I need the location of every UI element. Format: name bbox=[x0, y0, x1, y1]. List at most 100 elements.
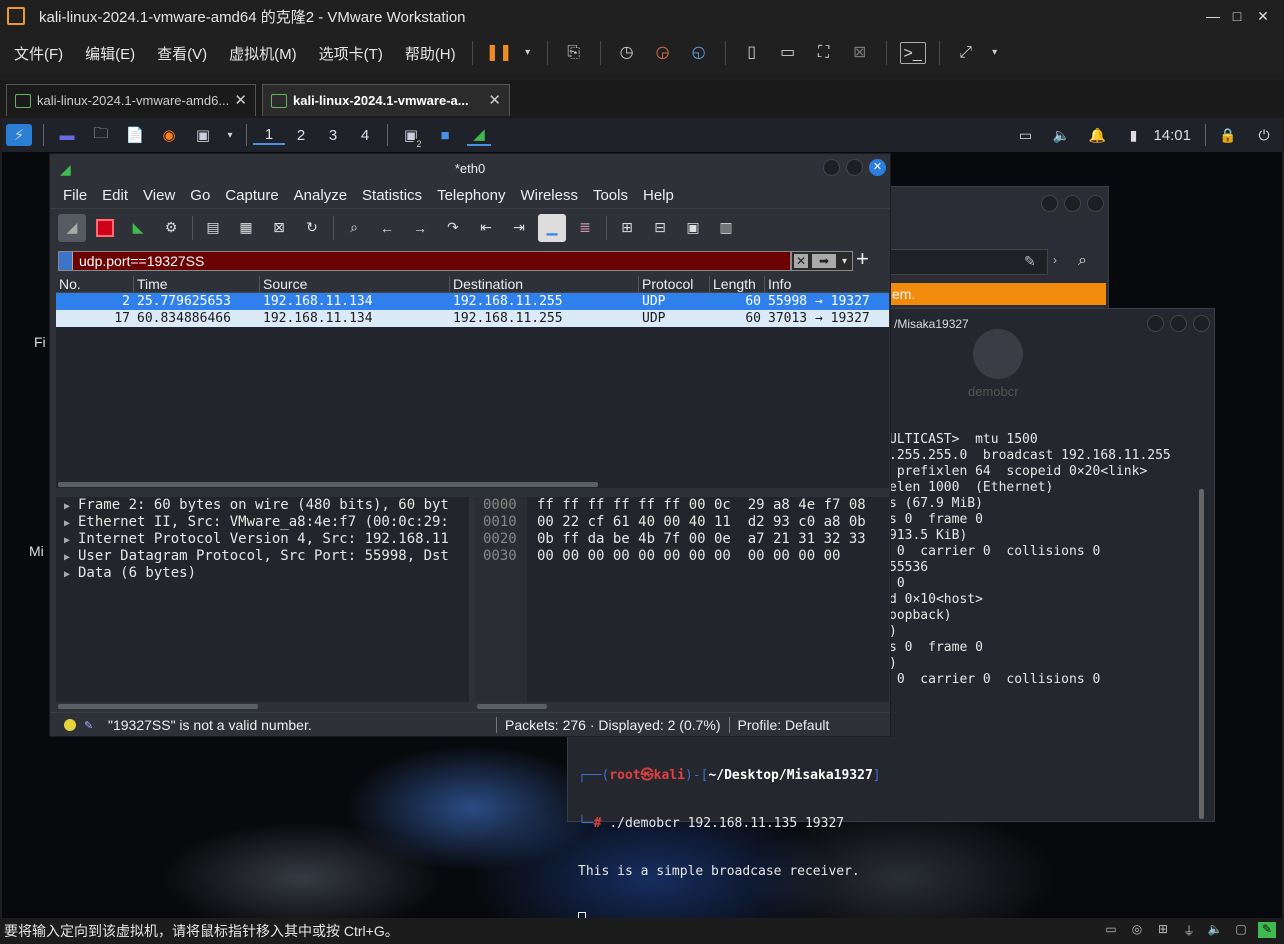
taskbar-folder-icon[interactable]: ■ bbox=[433, 124, 457, 146]
firefox-icon[interactable]: ◉ bbox=[157, 124, 181, 146]
apply-filter-icon[interactable]: ➡ bbox=[812, 254, 836, 268]
console-view-icon[interactable]: >_ bbox=[899, 42, 926, 64]
hex-bytes[interactable]: ff ff ff ff ff ff 00 0c 29 a8 4e f7 08 0… bbox=[537, 497, 866, 565]
menu-tabs[interactable]: 选项卡(T) bbox=[311, 43, 391, 64]
ws-menu-edit[interactable]: Edit bbox=[102, 187, 128, 204]
stretch-dropdown-icon[interactable]: ▾ bbox=[989, 42, 1001, 64]
forward-icon[interactable]: › bbox=[1053, 253, 1057, 267]
logout-icon[interactable]: ⏻ bbox=[1254, 125, 1274, 145]
snapshot-icon[interactable]: ◷ bbox=[614, 42, 640, 64]
column-length[interactable]: Length bbox=[710, 276, 765, 292]
detail-tree-item[interactable]: ▶ Internet Protocol Version 4, Src: 192.1… bbox=[56, 531, 469, 548]
colorize-icon[interactable]: ≣ bbox=[571, 214, 599, 242]
packet-list-scrollbar[interactable] bbox=[58, 482, 598, 487]
close-dot[interactable] bbox=[1193, 315, 1210, 332]
profile-label[interactable]: Profile: Default bbox=[738, 717, 830, 733]
packet-bytes-pane[interactable]: 0000 0010 0020 0030 ff ff ff ff ff ff 00… bbox=[475, 497, 889, 702]
packet-details-pane[interactable]: ▶ Frame 2: 60 bytes on wire (480 bits), 6… bbox=[56, 497, 469, 702]
minimize-dot[interactable] bbox=[823, 159, 840, 176]
send-ctrl-alt-del-icon[interactable]: ⎘ bbox=[561, 42, 587, 64]
fullscreen-icon[interactable]: ⛶ bbox=[811, 42, 837, 64]
save-file-icon[interactable]: ▦ bbox=[232, 214, 260, 242]
add-filter-button[interactable]: + bbox=[856, 246, 869, 272]
first-packet-icon[interactable]: ⇤ bbox=[472, 214, 500, 242]
column-destination[interactable]: Destination bbox=[450, 276, 639, 292]
notification-bell-icon[interactable]: 🔔 bbox=[1087, 125, 1107, 145]
ws-menu-view[interactable]: View bbox=[143, 187, 175, 204]
search-icon[interactable]: ⌕ bbox=[1078, 252, 1087, 270]
column-time[interactable]: Time bbox=[134, 276, 260, 292]
guest-desktop[interactable]: ⚡ ▬ 🗀 📄 ◉ ▣ ▾ 1 2 3 4 ▣ 2 ■ ◢ ▭ 🔈 🔔 ▮ 14:… bbox=[2, 118, 1282, 918]
column-no[interactable]: No. bbox=[56, 276, 134, 292]
display-filter-input[interactable] bbox=[79, 253, 779, 269]
autoscroll-icon[interactable]: ▁ bbox=[538, 213, 566, 242]
stretch-icon[interactable]: ⤢ bbox=[953, 42, 979, 64]
detail-tree-item[interactable]: ▶ User Datagram Protocol, Src Port: 55998… bbox=[56, 548, 469, 565]
details-scrollbar[interactable] bbox=[58, 704, 258, 709]
terminal-icon[interactable]: ▣ bbox=[191, 124, 215, 146]
menu-view[interactable]: 查看(V) bbox=[149, 43, 215, 64]
edit-path-icon[interactable]: ✎ bbox=[1024, 253, 1036, 270]
go-to-packet-icon[interactable]: ↷ bbox=[439, 214, 467, 242]
go-forward-icon[interactable]: → bbox=[406, 214, 434, 242]
file-manager-icon[interactable]: 🗀 bbox=[89, 124, 113, 146]
go-back-icon[interactable]: ← bbox=[373, 214, 401, 242]
terminal-scrollbar[interactable] bbox=[1199, 489, 1204, 819]
kali-menu-icon[interactable]: ⚡ bbox=[6, 124, 32, 146]
workspace-3[interactable]: 3 bbox=[317, 127, 349, 144]
find-packet-icon[interactable]: ⌕ bbox=[340, 214, 368, 242]
menu-edit[interactable]: 编辑(E) bbox=[77, 43, 143, 64]
packet-list[interactable]: No. Time Source Destination Protocol Len… bbox=[56, 276, 889, 488]
start-capture-icon[interactable]: ◢ bbox=[58, 213, 86, 242]
ws-menu-wireless[interactable]: Wireless bbox=[520, 187, 578, 204]
menu-file[interactable]: 文件(F) bbox=[6, 43, 71, 64]
pause-dropdown-icon[interactable]: ▾ bbox=[522, 42, 534, 64]
usb-icon[interactable]: ⏚ bbox=[1180, 922, 1198, 938]
workspace-2[interactable]: 2 bbox=[285, 127, 317, 144]
vm-tab-1[interactable]: kali-linux-2024.1-vmware-amd6... ✕ bbox=[6, 84, 256, 116]
ws-menu-telephony[interactable]: Telephony bbox=[437, 187, 505, 204]
clock[interactable]: 14:01 bbox=[1153, 127, 1191, 144]
cd-rom-icon[interactable]: ◎ bbox=[1128, 922, 1146, 938]
restart-capture-icon[interactable]: ◣ bbox=[124, 214, 152, 242]
reload-file-icon[interactable]: ↻ bbox=[298, 214, 326, 242]
menu-vm[interactable]: 虚拟机(M) bbox=[221, 43, 305, 64]
zoom-in-icon[interactable]: ⊞ bbox=[613, 214, 641, 242]
minimize-dot[interactable] bbox=[1147, 315, 1164, 332]
minimize-dot[interactable] bbox=[1041, 195, 1058, 212]
thumbnail-bar-icon[interactable]: ▭ bbox=[775, 42, 801, 64]
bytes-scrollbar[interactable] bbox=[477, 704, 547, 709]
snapshot-manager-icon[interactable]: ◵ bbox=[686, 42, 712, 64]
desktop-label-1[interactable]: Fi bbox=[34, 334, 46, 350]
ws-menu-help[interactable]: Help bbox=[643, 187, 674, 204]
vm-tools-icon[interactable]: ✎ bbox=[1258, 922, 1276, 938]
battery-icon[interactable]: ▮ bbox=[1123, 125, 1143, 145]
workspace-4[interactable]: 4 bbox=[349, 127, 381, 144]
display-icon[interactable]: ▢ bbox=[1232, 922, 1250, 938]
sidebar-toggle-icon[interactable]: ▯ bbox=[739, 42, 765, 64]
packet-row[interactable]: 2 25.779625653 192.168.11.134 192.168.11… bbox=[56, 293, 889, 310]
clear-filter-icon[interactable]: ✕ bbox=[794, 254, 808, 268]
volume-icon[interactable]: 🔈 bbox=[1051, 125, 1071, 145]
ws-menu-go[interactable]: Go bbox=[190, 187, 210, 204]
network-icon[interactable]: ▭ bbox=[1015, 125, 1035, 145]
close-file-icon[interactable]: ⊠ bbox=[265, 214, 293, 242]
show-desktop-icon[interactable]: ▬ bbox=[55, 124, 79, 146]
menu-help[interactable]: 帮助(H) bbox=[397, 43, 464, 64]
maximize-dot[interactable] bbox=[846, 159, 863, 176]
expert-info-icon[interactable] bbox=[64, 718, 76, 731]
maximize-dot[interactable] bbox=[1064, 195, 1081, 212]
desktop-label-2[interactable]: Mi bbox=[29, 543, 44, 559]
ws-menu-tools[interactable]: Tools bbox=[593, 187, 628, 204]
revert-snapshot-icon[interactable]: ◶ bbox=[650, 42, 676, 64]
display-filter-field[interactable] bbox=[58, 251, 791, 271]
detail-tree-item[interactable]: ▶ Ethernet II, Src: VMware_a8:4e:f7 (00:0… bbox=[56, 514, 469, 531]
filter-history-dropdown-icon[interactable]: ▾ bbox=[842, 256, 847, 267]
packet-row[interactable]: 17 60.834886466 192.168.11.134 192.168.1… bbox=[56, 310, 889, 327]
capture-comment-icon[interactable]: ✎ bbox=[84, 719, 96, 732]
ws-menu-statistics[interactable]: Statistics bbox=[362, 187, 422, 204]
last-packet-icon[interactable]: ⇥ bbox=[505, 214, 533, 242]
taskbar-terminal-icon[interactable]: ▣ 2 bbox=[399, 124, 425, 150]
bookmark-icon[interactable] bbox=[59, 252, 73, 270]
normal-size-icon[interactable]: ▣ bbox=[679, 214, 707, 242]
